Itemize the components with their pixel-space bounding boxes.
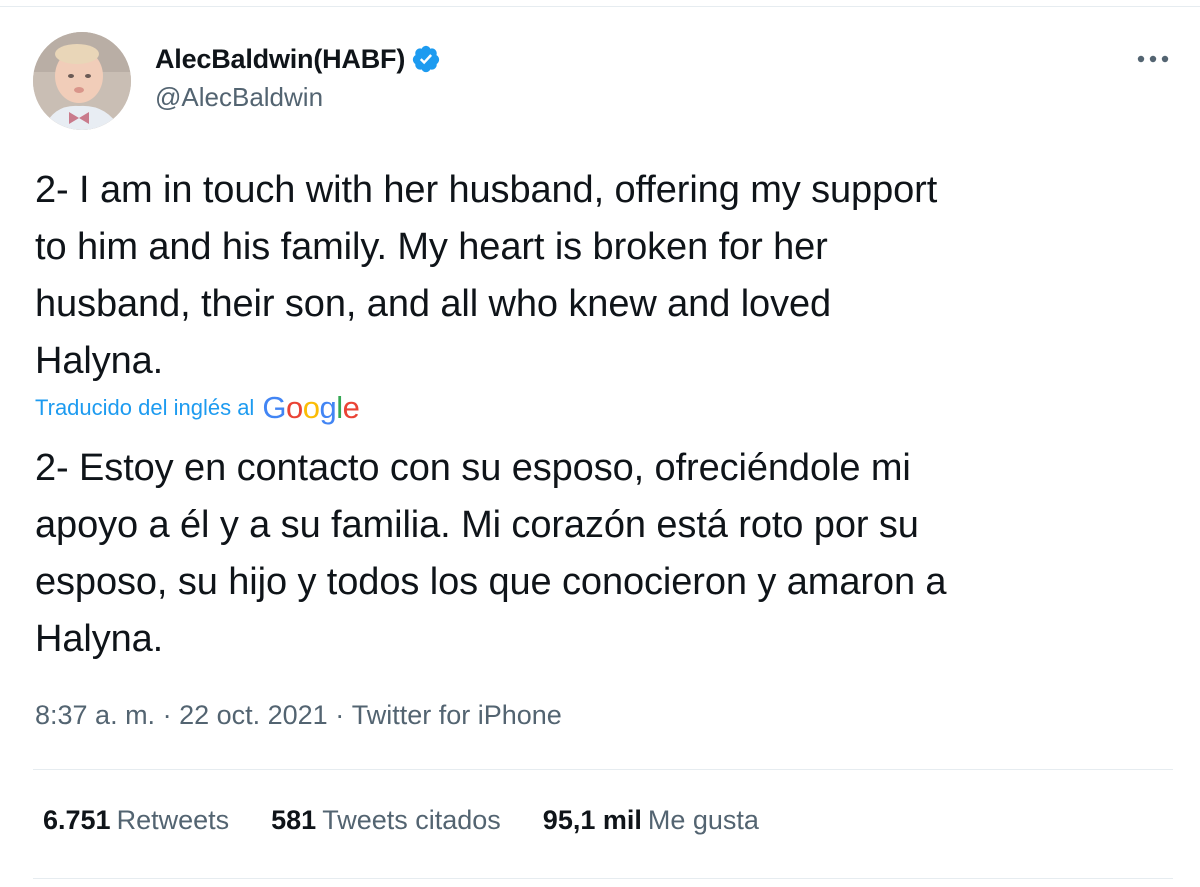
translation-attribution[interactable]: Traducido del inglés al Google <box>35 390 360 426</box>
display-name-row: AlecBaldwin(HABF) <box>155 42 441 76</box>
display-name[interactable]: AlecBaldwin(HABF) <box>155 44 405 75</box>
meta-separator: · <box>327 700 352 730</box>
divider <box>33 769 1173 770</box>
retweets-label: Retweets <box>116 805 230 835</box>
more-options-button[interactable] <box>1133 44 1173 74</box>
retweets-count: 6.751 <box>43 805 111 835</box>
quote-tweets-stat[interactable]: 581 Tweets citados <box>271 805 501 836</box>
translated-tweet-text: 2- Estoy en contacto con su esposo, ofre… <box>35 447 947 660</box>
quote-tweets-label: Tweets citados <box>322 805 501 835</box>
tweet-source[interactable]: Twitter for iPhone <box>352 700 562 731</box>
verified-badge-icon <box>412 45 440 73</box>
quote-tweets-count: 581 <box>271 805 317 835</box>
tweet-date[interactable]: 22 oct. 2021 <box>179 700 328 731</box>
more-horizontal-icon <box>1137 55 1169 63</box>
tweet-stats: 6.751 Retweets 581 Tweets citados 95,1 m… <box>43 805 801 836</box>
tweet-header: AlecBaldwin(HABF) @AlecBaldwin <box>33 30 1173 130</box>
tweet-text: 2- I am in touch with her husband, offer… <box>35 169 938 382</box>
avatar-photo-icon <box>33 32 131 130</box>
author-names: AlecBaldwin(HABF) @AlecBaldwin <box>155 42 441 113</box>
author-handle[interactable]: @AlecBaldwin <box>155 82 441 113</box>
divider <box>33 878 1173 879</box>
retweets-stat[interactable]: 6.751 Retweets <box>43 805 229 836</box>
google-logo: Google <box>262 390 360 425</box>
likes-stat[interactable]: 95,1 mil Me gusta <box>543 805 759 836</box>
tweet-meta: 8:37 a. m. · 22 oct. 2021 · Twitter for … <box>35 700 562 731</box>
top-border <box>0 0 1200 7</box>
tweet-time[interactable]: 8:37 a. m. <box>35 700 155 731</box>
avatar[interactable] <box>33 32 131 130</box>
translation-label[interactable]: Traducido del inglés al <box>35 395 254 421</box>
likes-count: 95,1 mil <box>542 805 642 835</box>
meta-separator: · <box>155 700 180 730</box>
likes-label: Me gusta <box>647 805 759 835</box>
